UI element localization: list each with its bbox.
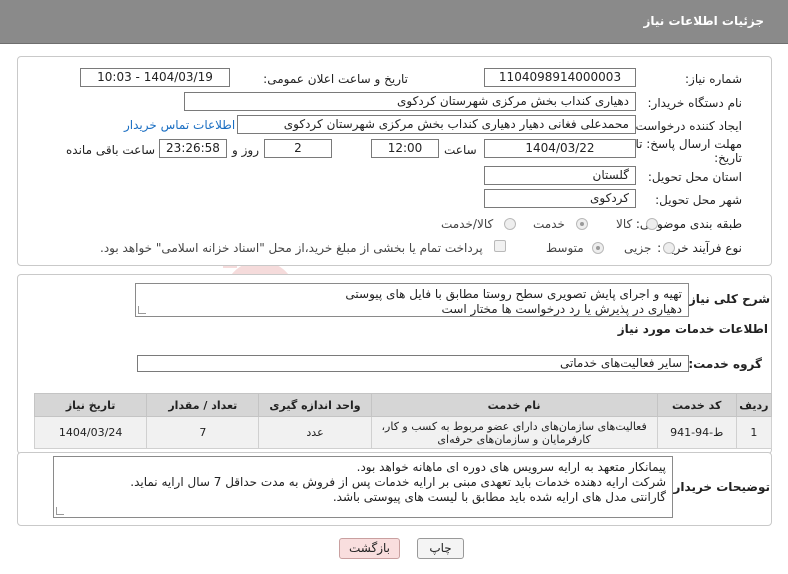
buyer-notes-textarea[interactable]: پیمانکار متعهد به ارایه سرویس های دوره ا…: [53, 456, 673, 518]
cell-need-date: 1404/03/24: [33, 416, 148, 449]
buyer-notes-label: توضیحات خریدار:: [668, 480, 770, 494]
announce-datetime-label: تاریخ و ساعت اعلان عمومی:: [263, 72, 408, 86]
category-radio-goods[interactable]: [646, 218, 658, 230]
resize-grip-icon[interactable]: [138, 306, 146, 314]
requester-label: ایجاد کننده درخواست:: [631, 119, 742, 133]
buyer-notes-line-1: پیمانکار متعهد به ارایه سرویس های دوره ا…: [356, 460, 666, 474]
announce-datetime-field: 1404/03/19 - 10:03: [80, 68, 230, 87]
service-name-line-1: فعالیت‌های سازمان‌های دارای عضو مربوط به…: [381, 419, 647, 433]
cell-quantity: 7: [146, 416, 260, 449]
remaining-days-label: روز و: [232, 143, 259, 157]
col-unit: واحد اندازه گیری: [258, 393, 372, 417]
deadline-time-label: ساعت: [444, 143, 477, 157]
cell-row: 1: [735, 416, 773, 449]
buyer-notes-line-2: شرکت ارایه دهنده خدمات باید تعهدی مبنی ب…: [130, 475, 666, 489]
city-label: شهر محل تحویل:: [655, 193, 742, 207]
need-number-label: شماره نیاز:: [685, 72, 742, 86]
summary-line-2: دهیاری در پذیرش یا رد درخواست ها مختار ا…: [441, 302, 682, 316]
remaining-time-field: 23:26:58: [159, 139, 227, 158]
category-radio-goods-service[interactable]: [504, 218, 516, 230]
services-table: ردیف کد خدمت نام خدمت واحد اندازه گیری ت…: [33, 393, 773, 449]
treasury-payment-note: پرداخت تمام یا بخشی از مبلغ خرید،از محل …: [100, 241, 483, 255]
summary-line-1: تهیه و اجرای پایش تصویری سطح روستا مطابق…: [345, 287, 682, 301]
need-number-field: 1104098914000003: [484, 68, 636, 87]
remaining-time-label: ساعت باقی مانده: [66, 143, 156, 157]
remaining-days-field: 2: [264, 139, 332, 158]
services-table-header: ردیف کد خدمت نام خدمت واحد اندازه گیری ت…: [33, 393, 773, 417]
col-service-code: کد خدمت: [656, 393, 737, 417]
buyer-org-label: نام دستگاه خریدار:: [647, 96, 743, 110]
buyer-contact-link[interactable]: اطلاعات تماس خریدار: [124, 118, 235, 132]
summary-textarea[interactable]: تهیه و اجرای پایش تصویری سطح روستا مطابق…: [135, 283, 689, 317]
purchase-radio-medium[interactable]: [592, 242, 604, 254]
table-row: 1 ط-94-941 فعالیت‌های سازمان‌های دارای ع…: [33, 416, 773, 449]
cell-unit: عدد: [258, 416, 372, 449]
buyer-notes-line-3: گارانتی مدل های ارایه شده باید مطابق با …: [332, 490, 666, 504]
service-group-field: سایر فعالیت‌های خدماتی: [137, 355, 689, 372]
province-label: استان محل تحویل:: [647, 170, 742, 184]
deadline-label-line2: تاریخ:: [714, 151, 742, 165]
category-option-service: خدمت: [533, 217, 565, 231]
buyer-org-field: دهیاری کنداب بخش مرکزی شهرستان کردکوی: [184, 92, 636, 111]
summary-label: شرح کلی نیاز:: [684, 292, 770, 306]
deadline-time-field: 12:00: [371, 139, 439, 158]
deadline-date-field: 1404/03/22: [484, 139, 636, 158]
service-name-line-2: کارفرمایان و سازمان‌های حرفه‌ای: [437, 432, 591, 446]
category-option-goods: کالا: [616, 217, 633, 231]
cell-service-name: فعالیت‌های سازمان‌های دارای عضو مربوط به…: [370, 416, 658, 449]
treasury-payment-checkbox[interactable]: [494, 240, 506, 252]
col-quantity: تعداد / مقدار: [146, 393, 260, 417]
province-field: گلستان: [484, 166, 636, 185]
col-service-name: نام خدمت: [370, 393, 658, 417]
page-header: جزئیات اطلاعات نیاز: [0, 0, 788, 44]
col-need-date: تاریخ نیاز: [33, 393, 148, 417]
cell-service-code: ط-94-941: [656, 416, 737, 449]
purchase-radio-minor[interactable]: [663, 242, 675, 254]
deadline-label-line1: مهلت ارسال پاسخ: تا: [635, 137, 742, 151]
print-button[interactable]: چاپ: [417, 538, 464, 559]
services-section-title: اطلاعات خدمات مورد نیاز: [617, 322, 768, 336]
back-button[interactable]: بازگشت: [339, 538, 400, 559]
page-title: جزئیات اطلاعات نیاز: [643, 14, 764, 28]
category-option-goods-service: کالا/خدمت: [441, 217, 494, 231]
city-field: کردکوی: [484, 189, 636, 208]
purchase-option-medium: متوسط: [546, 241, 584, 255]
purchase-option-minor: جزیی: [624, 241, 652, 255]
service-group-label: گروه خدمت:: [688, 357, 762, 371]
resize-grip-icon[interactable]: [56, 507, 64, 515]
need-info-panel: [17, 56, 772, 266]
category-radio-service[interactable]: [576, 218, 588, 230]
col-row: ردیف: [735, 393, 773, 417]
requester-field: محمدعلی فغانی دهیار دهیاری کنداب بخش مرک…: [237, 115, 636, 134]
